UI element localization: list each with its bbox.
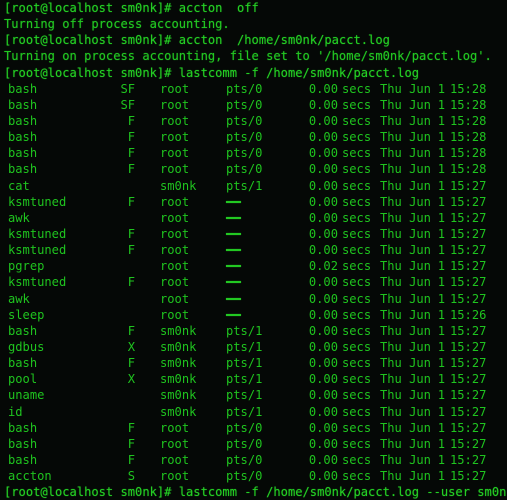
process-day: 1 — [437, 323, 445, 338]
process-accounting-row: bash SF root pts/0 0.00 secs Thu Jun 1 15:28 — [4, 81, 507, 97]
process-day: 1 — [437, 81, 445, 96]
process-clock-time: 15:28 — [450, 113, 487, 128]
process-accounting-row: bash Froot pts/0 0.00 secs Thu Jun 1 15:28 — [4, 145, 507, 161]
process-clock-time: 15:28 — [450, 146, 487, 161]
process-day: 1 — [437, 194, 445, 209]
process-clock-time: 15:27 — [450, 404, 487, 419]
process-day: 1 — [437, 97, 445, 112]
process-accounting-row: id sm0nk pts/1 0.00 secs Thu Jun 1 15:27 — [4, 404, 507, 420]
process-day: 1 — [437, 259, 445, 274]
process-clock-time: 15:27 — [450, 178, 487, 193]
process-accounting-row: bash Froot pts/0 0.00 secs Thu Jun 1 15:28 — [4, 161, 507, 177]
process-day: 1 — [437, 404, 445, 419]
process-clock-time: 15:27 — [450, 323, 487, 338]
process-day: 1 — [437, 291, 445, 306]
process-day: 1 — [437, 420, 445, 435]
process-day: 1 — [437, 226, 445, 241]
process-clock-time: 15:27 — [450, 194, 487, 209]
process-day: 1 — [437, 275, 445, 290]
process-day: 1 — [437, 307, 445, 322]
process-day: 1 — [437, 452, 445, 467]
process-clock-time: 15:27 — [450, 469, 487, 484]
process-accounting-row: pool Xsm0nk pts/1 0.00 secs Thu Jun 1 15:27 — [4, 371, 507, 387]
process-clock-time: 15:27 — [450, 243, 487, 258]
process-day: 1 — [437, 356, 445, 371]
process-accounting-row: awk root 0.00 secs Thu Jun 1 15:27 — [4, 210, 507, 226]
process-day: 1 — [437, 243, 445, 258]
process-accounting-row: awk root 0.00 secs Thu Jun 1 15:27 — [4, 291, 507, 307]
process-day: 1 — [437, 388, 445, 403]
process-clock-time: 15:27 — [450, 372, 487, 387]
process-accounting-row: ksmtuned Froot 0.00 secs Thu Jun 1 15:27 — [4, 242, 507, 258]
command-line: [root@localhost sm0nk]# lastcomm -f /hom… — [4, 65, 420, 80]
process-clock-time: 15:28 — [450, 81, 487, 96]
process-accounting-row: pgrep root 0.02 secs Thu Jun 1 15:27 — [4, 258, 507, 274]
process-day: 1 — [437, 178, 445, 193]
process-accounting-row: bash SF root pts/0 0.00 secs Thu Jun 1 15:28 — [4, 97, 507, 113]
process-accounting-row: ksmtuned Froot 0.00 secs Thu Jun 1 15:27 — [4, 194, 507, 210]
command-line: [root@localhost sm0nk]# lastcomm -f /hom… — [4, 485, 507, 500]
process-accounting-row: ksmtuned Froot 0.00 secs Thu Jun 1 15:27 — [4, 274, 507, 290]
process-clock-time: 15:27 — [450, 452, 487, 467]
output-message: Turning off process accounting. — [4, 17, 230, 32]
process-clock-time: 15:27 — [450, 388, 487, 403]
process-clock-time: 15:27 — [450, 275, 487, 290]
process-day: 1 — [437, 372, 445, 387]
process-day: 1 — [437, 113, 445, 128]
process-clock-time: 15:27 — [450, 291, 487, 306]
process-day: 1 — [437, 210, 445, 225]
process-accounting-row: accton Sroot pts/0 0.00 secs Thu Jun 1 15:27 — [4, 468, 507, 484]
process-day: 1 — [437, 130, 445, 145]
command-line: [root@localhost sm0nk]# accton off — [4, 1, 259, 15]
terminal-screen[interactable]: [root@localhost sm0nk]# accton off Turnin… — [4, 0, 507, 500]
process-clock-time: 15:27 — [450, 339, 487, 354]
process-clock-time: 15:28 — [450, 162, 487, 177]
process-day: 1 — [437, 469, 445, 484]
terminal-window[interactable]: [root@localhost sm0nk]# accton off Turnin… — [0, 0, 507, 500]
process-clock-time: 15:28 — [450, 130, 487, 145]
process-accounting-row: uname sm0nk pts/1 0.00 secs Thu Jun 1 15:27 — [4, 387, 507, 403]
process-accounting-row: cat sm0nk pts/1 0.00 secs Thu Jun 1 15:27 — [4, 178, 507, 194]
command-line: [root@localhost sm0nk]# accton /home/sm0… — [4, 33, 390, 48]
process-accounting-row: bash Fsm0nk pts/1 0.00 secs Thu Jun 1 15:27 — [4, 323, 507, 339]
output-message: Turning on process accounting, file set … — [4, 49, 492, 64]
process-clock-time: 15:27 — [450, 259, 487, 274]
process-accounting-row: bash Froot pts/0 0.00 secs Thu Jun 1 15:28 — [4, 113, 507, 129]
process-clock-time: 15:27 — [450, 436, 487, 451]
process-accounting-row: bash Fsm0nk pts/1 0.00 secs Thu Jun 1 15:27 — [4, 355, 507, 371]
process-clock-time: 15:28 — [450, 97, 487, 112]
process-accounting-row: bash Froot pts/0 0.00 secs Thu Jun 1 15:27 — [4, 452, 507, 468]
process-day: 1 — [437, 146, 445, 161]
process-accounting-row: bash Froot pts/0 0.00 secs Thu Jun 1 15:27 — [4, 420, 507, 436]
process-clock-time: 15:26 — [450, 307, 487, 322]
process-clock-time: 15:27 — [450, 210, 487, 225]
process-day: 1 — [437, 162, 445, 177]
process-day: 1 — [437, 436, 445, 451]
process-clock-time: 15:27 — [450, 420, 487, 435]
process-accounting-row: bash Froot pts/0 0.00 secs Thu Jun 1 15:27 — [4, 436, 507, 452]
process-accounting-row: gdbus Xsm0nk pts/1 0.00 secs Thu Jun 1 15:27 — [4, 339, 507, 355]
process-accounting-row: bash Froot pts/0 0.00 secs Thu Jun 1 15:28 — [4, 129, 507, 145]
process-clock-time: 15:27 — [450, 226, 487, 241]
process-clock-time: 15:27 — [450, 356, 487, 371]
process-day: 1 — [437, 339, 445, 354]
process-accounting-row: ksmtuned Froot 0.00 secs Thu Jun 1 15:27 — [4, 226, 507, 242]
process-accounting-row: sleep root 0.00 secs Thu Jun 1 15:26 — [4, 307, 507, 323]
